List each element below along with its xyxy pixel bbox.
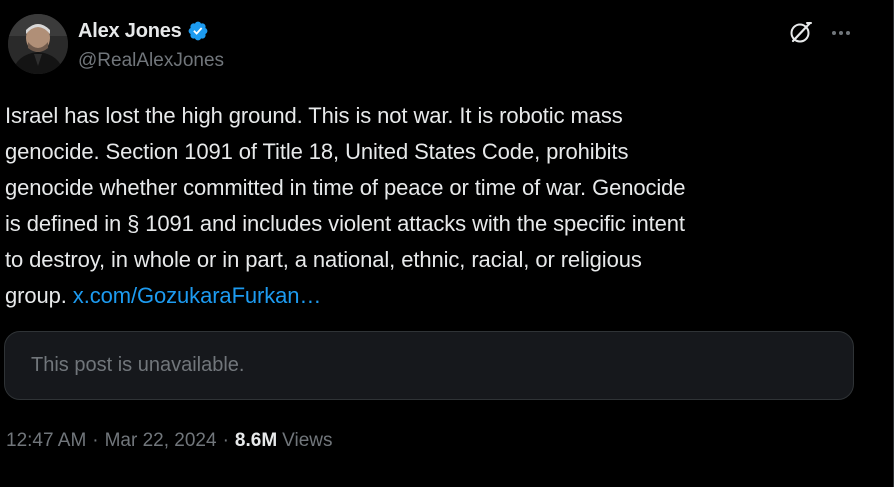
tweet-container: Alex Jones @RealAlexJones Israel has los…	[0, 0, 894, 487]
quoted-post-unavailable: This post is unavailable.	[4, 331, 854, 400]
more-horizontal-icon[interactable]	[828, 20, 854, 46]
post-body: Israel has lost the high ground. This is…	[5, 103, 686, 308]
author-handle[interactable]: @RealAlexJones	[78, 50, 224, 72]
quote-unavailable-text: This post is unavailable.	[31, 354, 245, 376]
post-meta: 12:47 AM · Mar 22, 2024 · 8.6M Views	[6, 430, 333, 452]
post-text: Israel has lost the high ground. This is…	[5, 98, 865, 314]
post-date[interactable]: Mar 22, 2024	[105, 430, 217, 452]
grok-icon[interactable]	[788, 19, 814, 45]
author-avatar[interactable]	[8, 14, 68, 74]
verified-badge-icon[interactable]	[187, 20, 209, 42]
views-label[interactable]: Views	[282, 430, 332, 452]
post-link[interactable]: x.com/GozukaraFurkan…	[73, 283, 322, 308]
author-display-name[interactable]: Alex Jones	[78, 20, 182, 43]
meta-separator: ·	[92, 430, 99, 451]
meta-separator: ·	[222, 430, 229, 451]
views-count[interactable]: 8.6M	[235, 430, 277, 452]
author-name-row: Alex Jones	[78, 18, 209, 44]
avatar-photo-icon	[8, 14, 68, 74]
post-time[interactable]: 12:47 AM	[6, 430, 86, 452]
